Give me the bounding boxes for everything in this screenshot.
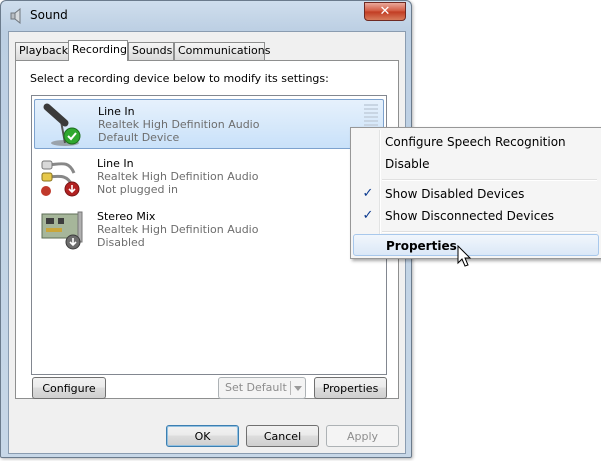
apply-button[interactable]: Apply [326, 425, 399, 447]
chevron-down-icon[interactable] [294, 386, 302, 391]
close-icon: ✕ [379, 4, 391, 19]
device-list[interactable]: Line In Realtek High Definition Audio De… [31, 95, 387, 375]
checkmark-icon: ✓ [362, 186, 374, 201]
instruction-text: Select a recording device below to modif… [30, 72, 329, 85]
context-menu: Configure Speech Recognition Disable ✓ S… [350, 127, 601, 259]
ok-button[interactable]: OK [166, 425, 239, 447]
menu-item-disable[interactable]: Disable [353, 153, 599, 175]
device-name: Stereo Mix [97, 210, 156, 223]
device-status: Not plugged in [97, 183, 179, 196]
device-driver: Realtek High Definition Audio [97, 170, 259, 183]
device-item-stereo-mix[interactable]: Stereo Mix Realtek High Definition Audio… [34, 205, 384, 255]
close-button[interactable]: ✕ [364, 2, 406, 21]
microphone-icon [43, 103, 81, 146]
device-name: Line In [97, 157, 134, 170]
mouse-cursor-icon [457, 245, 472, 267]
tab-playback[interactable]: Playback [15, 42, 69, 60]
tab-communications[interactable]: Communications [174, 42, 270, 60]
checkmark-icon: ✓ [362, 208, 374, 223]
sound-card-icon [41, 211, 83, 250]
tab-recording[interactable]: Recording [68, 40, 128, 61]
device-item-line-in-unplugged[interactable]: Line In Realtek High Definition Audio No… [34, 152, 384, 202]
device-item-line-in-default[interactable]: Line In Realtek High Definition Audio De… [34, 99, 384, 149]
device-name: Line In [98, 105, 135, 118]
menu-item-configure-speech-recognition[interactable]: Configure Speech Recognition [353, 131, 599, 153]
title-bar[interactable]: Sound ✕ [1, 1, 411, 31]
menu-item-show-disabled-devices[interactable]: ✓ Show Disabled Devices [353, 183, 599, 205]
device-driver: Realtek High Definition Audio [98, 118, 260, 131]
dialog-client-area: Playback Recording Sounds Communications… [8, 31, 406, 454]
properties-button[interactable]: Properties [314, 377, 387, 399]
recording-tab-panel: Select a recording device below to modif… [15, 60, 399, 399]
set-default-label: Set Default [225, 381, 287, 394]
menu-separator [382, 231, 597, 233]
menu-item-show-disconnected-devices[interactable]: ✓ Show Disconnected Devices [353, 205, 599, 227]
device-driver: Realtek High Definition Audio [97, 223, 259, 236]
device-status: Disabled [97, 236, 145, 249]
set-default-button[interactable]: Set Default [218, 377, 306, 399]
device-status: Default Device [98, 131, 180, 144]
window-title: Sound [30, 8, 68, 22]
rca-cable-icon [41, 160, 80, 197]
menu-item-properties[interactable]: Properties [353, 234, 599, 256]
configure-button[interactable]: Configure [32, 377, 106, 399]
tab-sounds[interactable]: Sounds [128, 42, 174, 60]
cancel-button[interactable]: Cancel [246, 425, 319, 447]
speaker-icon [10, 8, 21, 24]
menu-separator [382, 179, 597, 181]
